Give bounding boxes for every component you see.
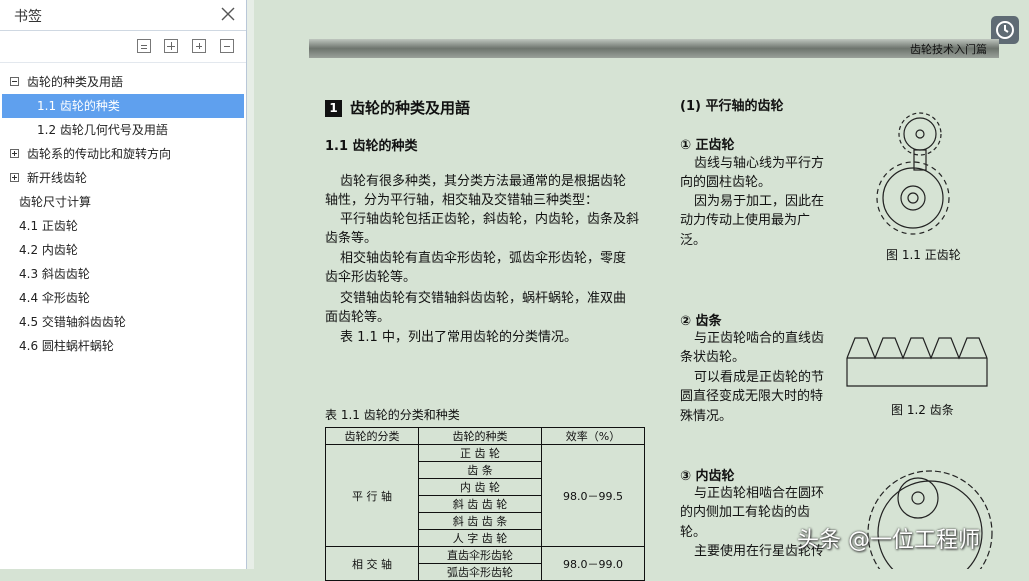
bookmark-toolbar [0, 31, 246, 63]
paragraph-line: 面齿轮等。 [325, 310, 391, 325]
add-bookmark-icon[interactable] [192, 39, 206, 53]
collapse-all-icon[interactable] [137, 39, 151, 53]
table-cell: 内 齿 轮 [418, 478, 542, 496]
paragraph-line: 向的圆柱齿轮。 [680, 175, 772, 190]
paragraph-line: 齿伞形齿轮等。 [325, 270, 417, 285]
paragraph-line: 与正齿轮相啮合在圆环 [694, 486, 825, 501]
table-cell: 平 行 轴 [325, 444, 419, 547]
bookmark-item-selected[interactable]: 1.1 齿轮的种类 [2, 94, 244, 118]
paragraph-line: 与正齿轮啮合的直线齿 [694, 331, 825, 346]
bookmark-item[interactable]: 4.5 交错轴斜齿齿轮 [2, 310, 244, 334]
figure-caption: 图 1.2 齿条 [891, 403, 954, 417]
paragraph-line: 表 1.1 中，列出了常用齿轮的分类情况。 [340, 330, 577, 345]
expand-icon[interactable] [10, 173, 19, 182]
item-title: ① 正齿轮 [680, 138, 735, 153]
expand-all-icon[interactable] [164, 39, 178, 53]
table-cell: 弧齿伞形齿轮 [418, 563, 542, 581]
bookmark-panel-header: 书签 [0, 0, 246, 31]
paragraph-line: 齿线与轴心线为平行方 [694, 156, 825, 171]
bookmark-item[interactable]: 4.4 伞形齿轮 [2, 286, 244, 310]
chapter-heading: 1 齿轮的种类及用語 [325, 97, 470, 118]
paragraph-line: 齿轮有很多种类，其分类方法最通常的是根据齿轮 [340, 174, 627, 189]
expand-icon[interactable] [10, 149, 19, 158]
gear-table: 齿轮的分类 齿轮的种类 效率（%） 平 行 轴 正 齿 轮 98.0－99.5 … [325, 427, 645, 581]
section-title: 1.1 齿轮的种类 [325, 139, 418, 154]
paragraph-line: 齿条等。 [325, 231, 378, 246]
table-cell: 齿 条 [418, 461, 542, 479]
panel-splitter[interactable] [247, 0, 254, 569]
chapter-banner: 齿轮技术入门篇 [309, 39, 999, 58]
item-title: ② 齿条 [680, 314, 722, 329]
bookmark-item[interactable]: 齿轮尺寸计算 [2, 190, 244, 214]
table-cell: 人 字 齿 轮 [418, 529, 542, 547]
paragraph-line: 条状齿轮。 [680, 350, 746, 365]
paragraph-line: 因为易于加工，因此在 [694, 194, 825, 209]
paragraph-line: 相交轴齿轮有直齿伞形齿轮，弧齿伞形齿轮，零度 [340, 251, 627, 266]
paragraph-line: 平行轴齿轮包括正齿轮，斜齿轮，内齿轮，齿条及斜 [340, 212, 640, 227]
bookmark-item[interactable]: 齿轮的种类及用語 [2, 70, 244, 94]
table-header: 效率（%） [541, 427, 645, 445]
item-title: ③ 内齿轮 [680, 469, 735, 484]
table-cell: 98.0－99.5 [541, 444, 645, 547]
watermark: 头条 @一位工程师 [797, 528, 980, 553]
table-caption: 表 1.1 齿轮的分类和种类 [325, 408, 460, 422]
collapse-icon[interactable] [10, 77, 19, 86]
bookmark-item[interactable]: 4.3 斜齿齿轮 [2, 262, 244, 286]
paragraph-line: 轴性，分为平行轴，相交轴及交错轴三种类型： [325, 193, 599, 208]
bookmark-item[interactable]: 4.6 圆柱蜗杆蜗轮 [2, 334, 244, 358]
table-cell: 斜 齿 齿 条 [418, 512, 542, 530]
bookmark-panel-title: 书签 [14, 9, 42, 25]
rack-illustration [846, 337, 988, 387]
paragraph-line: 殊情况。 [680, 409, 733, 424]
bookmark-item[interactable]: 新开线齿轮 [2, 166, 244, 190]
paragraph-line: 可以看成是正齿轮的节 [694, 370, 825, 385]
table-cell: 正 齿 轮 [418, 444, 542, 462]
paragraph-line: 轮。 [680, 525, 707, 540]
table-cell: 98.0－99.0 [541, 546, 645, 581]
table-cell: 斜 齿 齿 轮 [418, 495, 542, 513]
chapter-number: 1 [325, 100, 342, 117]
paragraph-line: 圆直径变成无限大时的特 [680, 389, 824, 404]
table-cell: 相 交 轴 [325, 546, 419, 581]
paragraph-line: 交错轴齿轮有交错轴斜齿齿轮，蜗杆蜗轮，准双曲 [340, 291, 627, 306]
bookmark-item[interactable]: 1.2 齿轮几何代号及用語 [2, 118, 244, 142]
delete-bookmark-icon[interactable] [220, 39, 234, 53]
paragraph-line: 的内侧加工有轮齿的齿 [680, 505, 811, 520]
close-icon[interactable] [220, 6, 236, 22]
paragraph-line: 泛。 [680, 233, 707, 248]
paragraph-line: 动力传动上使用最为广 [680, 213, 811, 228]
figure-caption: 图 1.1 正齿轮 [886, 248, 961, 262]
bookmark-panel: 书签 齿轮的种类及用語 1.1 齿轮的种类 1.2 齿轮几何代号及用語 齿轮系的… [0, 0, 247, 569]
bookmark-item[interactable]: 4.2 内齿轮 [2, 238, 244, 262]
table-cell: 直齿伞形齿轮 [418, 546, 542, 564]
bookmark-tree: 齿轮的种类及用語 1.1 齿轮的种类 1.2 齿轮几何代号及用語 齿轮系的传动比… [2, 70, 244, 358]
bookmark-item[interactable]: 4.1 正齿轮 [2, 214, 244, 238]
table-header: 齿轮的分类 [325, 427, 419, 445]
spur-gear-illustration [876, 112, 950, 235]
bookmark-item[interactable]: 齿轮系的传动比和旋转方向 [2, 142, 244, 166]
subheading: (1) 平行轴的齿轮 [680, 99, 784, 114]
chapter-title: 齿轮的种类及用語 [350, 99, 471, 117]
table-header: 齿轮的种类 [418, 427, 542, 445]
